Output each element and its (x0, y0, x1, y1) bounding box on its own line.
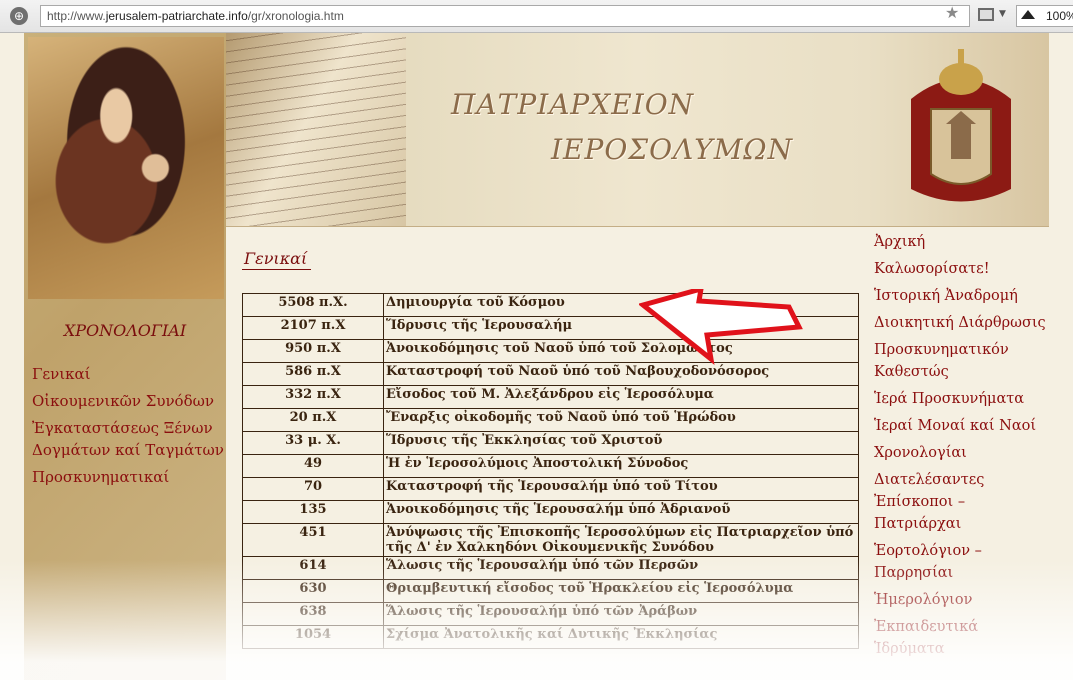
left-menu-item-foreign-establishment[interactable]: Ἐγκαταστάσεως Ξένων (32, 417, 227, 439)
table-row: 49 Ἡ ἐν Ἱεροσολύμοις Ἀποστολική Σύνοδος (242, 454, 859, 478)
url-path: /gr/xronologia.htm (247, 9, 344, 23)
table-row: 614 Ἅλωσις τῆς Ἱερουσαλήμ ὑπό τῶν Περσῶν (242, 556, 859, 580)
left-column: ΧΡΟΝΟΛΟΓΙΑΙ Γενικαί Οἰκουμενικῶν Συνόδων… (24, 33, 226, 680)
right-menu-item-home[interactable]: Ἀρχική (874, 231, 1049, 253)
url-domain: jerusalem-patriarchate.info (105, 9, 248, 23)
year-cell: 1054 (242, 625, 384, 649)
event-cell: Ἅλωσις τῆς Ἱερουσαλήμ ὑπό τῶν Περσῶν (383, 556, 859, 580)
zoom-control[interactable]: 100% (1016, 5, 1073, 27)
table-row: 630 Θριαμβευτική εἴσοδος τοῦ Ἡρακλείου εἰ… (242, 579, 859, 603)
bookmark-star-icon[interactable]: ★ (945, 3, 959, 22)
year-cell: 49 (242, 454, 384, 478)
browser-address-bar: ⊕ http://www.jerusalem-patriarchate.info… (0, 0, 1073, 33)
zoom-level: 100% (1046, 9, 1073, 23)
section-heading[interactable]: Γενικαί (242, 249, 312, 270)
right-menu-item-monasteries[interactable]: Ἱεραί Μοναί καί Ναοί (874, 415, 1049, 437)
year-cell: 332 π.Χ (242, 385, 384, 409)
year-cell: 2107 π.Χ (242, 316, 384, 340)
event-cell: Ἀνύψωσις τῆς Ἐπισκοπῆς Ἱεροσολύμων εἰς Π… (383, 523, 859, 557)
right-menu-item-holy-sites[interactable]: Ἱερά Προσκυνήματα (874, 388, 1049, 410)
event-cell: Καταστροφή τῆς Ἱερουσαλήμ ὑπό τοῦ Τίτου (383, 477, 859, 501)
right-menu-item-history[interactable]: Ἱστορική Ἀναδρομή (874, 285, 1049, 307)
table-row: 638 Ἅλωσις τῆς Ἱερουσαλήμ ὑπό τῶν Ἀράβων (242, 602, 859, 626)
warning-triangle-icon (1021, 10, 1035, 19)
patriarchate-crest-icon (911, 49, 1011, 202)
right-menu-item-calendar[interactable]: Ἡμερολόγιον (874, 589, 1049, 611)
event-cell: Ἔναρξις οἰκοδομῆς τοῦ Ναοῦ ὑπό τοῦ Ἡρώδο… (383, 408, 859, 432)
year-cell: 33 μ. Χ. (242, 431, 384, 455)
year-cell: 950 π.Χ (242, 339, 384, 363)
chevron-down-icon[interactable]: ▼ (999, 9, 1006, 19)
year-cell: 135 (242, 500, 384, 524)
year-cell: 638 (242, 602, 384, 626)
year-cell: 614 (242, 556, 384, 580)
event-cell: Σχίσμα Ἀνατολικῆς καί Δυτικῆς Ἐκκλησίας (383, 625, 859, 649)
banner-title-line2: ΙΕΡΟΣΟΛΥΜΩΝ (551, 133, 794, 166)
image-icon[interactable] (978, 8, 994, 21)
right-menu-item-status-quo[interactable]: Προσκυνηματικόν Καθεστώς (874, 339, 1049, 383)
year-cell: 586 π.Χ (242, 362, 384, 386)
left-menu-item-general[interactable]: Γενικαί (32, 363, 227, 385)
table-row: 70 Καταστροφή τῆς Ἱερουσαλήμ ὑπό τοῦ Τίτο… (242, 477, 859, 501)
table-row: 1054 Σχίσμα Ἀνατολικῆς καί Δυτικῆς Ἐκκλησ… (242, 625, 859, 649)
right-menu-item-patriarchs[interactable]: Διατελέσαντες Ἐπίσκοποι – Πατριάρχαι (874, 469, 1049, 535)
left-menu: Γενικαί Οἰκουμενικῶν Συνόδων Ἐγκαταστάσε… (32, 363, 227, 493)
table-row: 20 π.Χ Ἔναρξις οἰκοδομῆς τοῦ Ναοῦ ὑπό τοῦ… (242, 408, 859, 432)
event-cell: Ἡ ἐν Ἱεροσολύμοις Ἀποστολική Σύνοδος (383, 454, 859, 478)
globe-icon: ⊕ (10, 7, 28, 25)
url-input[interactable]: http://www.jerusalem-patriarchate.info/g… (40, 5, 970, 27)
event-cell: Ἅλωσις τῆς Ἱερουσαλήμ ὑπό τῶν Ἀράβων (383, 602, 859, 626)
table-row: 135 Ἀνοικοδόμησις τῆς Ἱερουσαλήμ ὑπό Ἀδρι… (242, 500, 859, 524)
year-cell: 20 π.Χ (242, 408, 384, 432)
event-cell: Εἴσοδος τοῦ Μ. Ἀλεξάνδρου εἰς Ἱεροσόλυμα (383, 385, 859, 409)
table-row: 332 π.Χ Εἴσοδος τοῦ Μ. Ἀλεξάνδρου εἰς Ἱερ… (242, 385, 859, 409)
year-cell: 70 (242, 477, 384, 501)
table-row: 33 μ. Χ. Ἵδρυσις τῆς Ἐκκλησίας τοῦ Χριστο… (242, 431, 859, 455)
year-cell: 451 (242, 523, 384, 557)
event-cell: Θριαμβευτική εἴσοδος τοῦ Ἡρακλείου εἰς Ἱ… (383, 579, 859, 603)
banner-title-line1: ΠΑΤΡΙΑΡΧΕΙΟΝ (451, 88, 695, 121)
event-cell: Ἵδρυσις τῆς Ἐκκλησίας τοῦ Χριστοῦ (383, 431, 859, 455)
open-book-image (226, 33, 406, 226)
right-menu-item-chronologies[interactable]: Χρονολογίαι (874, 442, 1049, 464)
left-menu-title: ΧΡΟΝΟΛΟΓΙΑΙ (63, 321, 187, 340)
header-banner: ΠΑΤΡΙΑΡΧΕΙΟΝ ΙΕΡΟΣΟΛΥΜΩΝ (226, 33, 1049, 227)
left-menu-item-ecumenical-synods[interactable]: Οἰκουμενικῶν Συνόδων (32, 390, 227, 412)
right-menu-item-feasts[interactable]: Ἑορτολόγιον – Παρρησίαι (874, 540, 1049, 584)
right-menu-item-administration[interactable]: Διοικητική Διάρθρωσις (874, 312, 1049, 334)
year-cell: 5508 π.Χ. (242, 293, 384, 317)
left-menu-item-dogmas-orders[interactable]: Δογμάτων καί Ταγμάτων (32, 439, 227, 461)
table-row: 451 Ἀνύψωσις τῆς Ἐπισκοπῆς Ἱεροσολύμων εἰ… (242, 523, 859, 557)
page: ΧΡΟΝΟΛΟΓΙΑΙ Γενικαί Οἰκουμενικῶν Συνόδων… (24, 33, 1049, 680)
year-cell: 630 (242, 579, 384, 603)
right-menu-item-education[interactable]: Ἐκπαιδευτικά Ἱδρύματα (874, 616, 1049, 660)
virgin-and-child-icon-image (28, 37, 224, 299)
url-prefix: http://www. (47, 9, 106, 23)
red-arrow-icon (639, 289, 803, 365)
right-menu: Ἀρχική Καλωσορίσατε! Ἱστορική Ἀναδρομή Δ… (874, 231, 1049, 665)
left-menu-item-pilgrimage[interactable]: Προσκυνηματικαί (32, 466, 227, 488)
event-cell: Ἀνοικοδόμησις τῆς Ἱερουσαλήμ ὑπό Ἀδριανο… (383, 500, 859, 524)
right-menu-item-welcome[interactable]: Καλωσορίσατε! (874, 258, 1049, 280)
